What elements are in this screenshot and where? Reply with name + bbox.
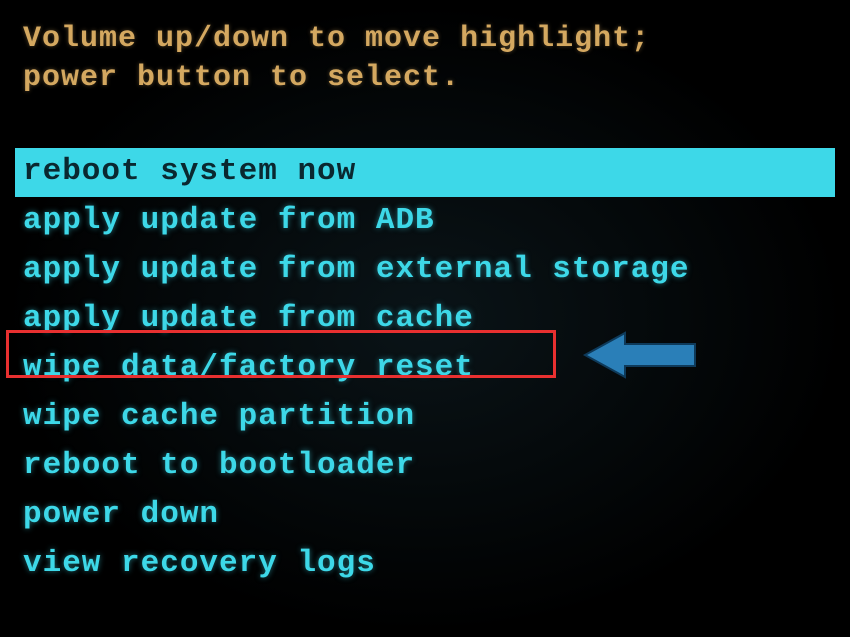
menu-item-wipe-cache-partition[interactable]: wipe cache partition bbox=[15, 393, 835, 442]
menu-item-apply-update-external[interactable]: apply update from external storage bbox=[15, 246, 835, 295]
instruction-line-2: power button to select. bbox=[23, 59, 835, 98]
menu-item-power-down[interactable]: power down bbox=[15, 491, 835, 540]
menu-item-apply-update-cache[interactable]: apply update from cache bbox=[15, 295, 835, 344]
instruction-line-1: Volume up/down to move highlight; bbox=[23, 20, 835, 59]
menu-item-view-recovery-logs[interactable]: view recovery logs bbox=[15, 540, 835, 589]
menu-item-reboot-bootloader[interactable]: reboot to bootloader bbox=[15, 442, 835, 491]
recovery-screen: Volume up/down to move highlight; power … bbox=[0, 0, 850, 608]
menu-item-wipe-data-factory-reset[interactable]: wipe data/factory reset bbox=[15, 344, 835, 393]
recovery-menu: reboot system now apply update from ADB … bbox=[15, 148, 835, 588]
instructions-text: Volume up/down to move highlight; power … bbox=[15, 20, 835, 98]
menu-item-reboot-system[interactable]: reboot system now bbox=[15, 148, 835, 197]
menu-item-apply-update-adb[interactable]: apply update from ADB bbox=[15, 197, 835, 246]
